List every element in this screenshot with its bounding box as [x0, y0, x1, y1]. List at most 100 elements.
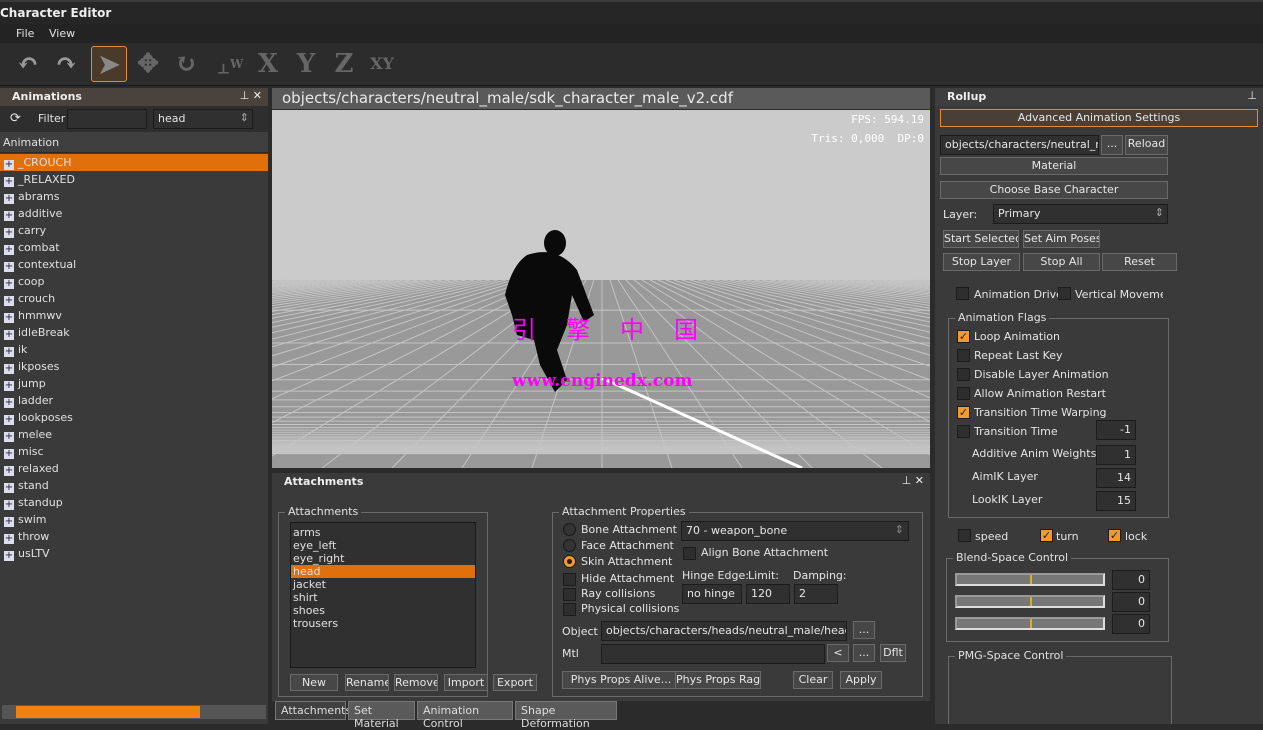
- object-browse-button[interactable]: ...: [853, 621, 875, 639]
- animation-tree-item[interactable]: + carry: [0, 222, 268, 239]
- set-aim-poses-button[interactable]: Set Aim Poses: [1023, 230, 1100, 248]
- bottom-tab[interactable]: Shape Deformation: [515, 701, 617, 730]
- animation-tree-item[interactable]: + coop: [0, 273, 268, 290]
- expand-icon[interactable]: +: [4, 415, 14, 425]
- expand-icon[interactable]: +: [4, 517, 14, 527]
- layer-combo[interactable]: Primary ⇕: [993, 204, 1168, 224]
- new-attachment-button[interactable]: New: [290, 674, 338, 691]
- hinge-combo[interactable]: no hinge: [682, 584, 742, 604]
- expand-icon[interactable]: +: [4, 432, 14, 442]
- turn-checkbox[interactable]: ✓: [1040, 529, 1053, 542]
- expand-icon[interactable]: +: [4, 228, 14, 238]
- start-selected-button[interactable]: Start Selected: [943, 230, 1019, 248]
- expand-icon[interactable]: +: [4, 279, 14, 289]
- animation-tree-item[interactable]: + _RELAXED: [0, 171, 268, 188]
- attachment-type-radio[interactable]: [563, 555, 576, 568]
- reset-button[interactable]: Reset: [1102, 253, 1177, 271]
- attachment-item[interactable]: shoes: [291, 604, 475, 617]
- axis-x-button[interactable]: X: [250, 46, 286, 82]
- menu-file[interactable]: File: [16, 27, 34, 40]
- blend-slider[interactable]: [955, 595, 1105, 608]
- attachment-item[interactable]: eye_left: [291, 539, 475, 552]
- column-header[interactable]: Animation: [0, 132, 268, 153]
- expand-icon[interactable]: +: [4, 330, 14, 340]
- bottom-tab[interactable]: Animation Control: [417, 701, 513, 730]
- viewport[interactable]: 引擎中国 www.enginedx.com FPS: 594.19 Tris: …: [272, 110, 930, 468]
- animation-flag-checkbox[interactable]: [957, 349, 970, 362]
- expand-icon[interactable]: +: [4, 364, 14, 374]
- attachment-option-checkbox[interactable]: [563, 603, 576, 616]
- select-arrow-icon[interactable]: ➤: [91, 46, 127, 82]
- browse-button[interactable]: ...: [1101, 135, 1123, 155]
- blend-slider-handle[interactable]: [1030, 597, 1032, 606]
- expand-icon[interactable]: +: [4, 466, 14, 476]
- filter-combo[interactable]: head ⇕: [153, 109, 253, 129]
- transition-time-field[interactable]: -1: [1096, 420, 1136, 440]
- animation-driven-checkbox[interactable]: [956, 287, 969, 300]
- limit-field[interactable]: 120: [746, 584, 790, 604]
- move-icon[interactable]: ✥: [130, 46, 166, 82]
- axis-y-button[interactable]: Y: [288, 46, 324, 82]
- axis-z-button[interactable]: Z: [326, 46, 362, 82]
- attachment-option-checkbox[interactable]: [563, 588, 576, 601]
- speed-checkbox[interactable]: [958, 529, 971, 542]
- character-path-field[interactable]: objects/characters/neutral_mal: [940, 135, 1099, 155]
- attachment-type-radio[interactable]: [563, 523, 576, 536]
- animation-tree-item[interactable]: + melee: [0, 426, 268, 443]
- scrollbar-thumb[interactable]: [16, 706, 200, 718]
- animation-tree-item[interactable]: + relaxed: [0, 460, 268, 477]
- expand-icon[interactable]: +: [4, 313, 14, 323]
- attachment-item[interactable]: arms: [291, 526, 475, 539]
- animation-tree-item[interactable]: + standup: [0, 494, 268, 511]
- expand-icon[interactable]: +: [4, 551, 14, 561]
- expand-icon[interactable]: +: [4, 449, 14, 459]
- material-button[interactable]: Material: [940, 157, 1168, 175]
- expand-icon[interactable]: +: [4, 245, 14, 255]
- pin-close-icons[interactable]: ⊥ ✕: [902, 474, 924, 487]
- animation-tree-item[interactable]: + swim: [0, 511, 268, 528]
- advanced-animation-settings-header[interactable]: Advanced Animation Settings: [940, 109, 1258, 127]
- animation-tree-item[interactable]: + lookposes: [0, 409, 268, 426]
- expand-icon[interactable]: +: [4, 160, 14, 170]
- animation-flag-checkbox[interactable]: [957, 387, 970, 400]
- phys-props-ragdoll-button[interactable]: Phys Props Ragdoll...: [675, 671, 761, 689]
- expand-icon[interactable]: +: [4, 534, 14, 544]
- attachment-item[interactable]: head: [291, 565, 475, 578]
- expand-icon[interactable]: +: [4, 194, 14, 204]
- refresh-icon[interactable]: ⟳: [10, 111, 21, 126]
- rotate-icon[interactable]: ↻: [168, 46, 204, 82]
- animation-tree-item[interactable]: + ikposes: [0, 358, 268, 375]
- pin-icon[interactable]: ⊥: [1247, 89, 1257, 102]
- phys-props-alive-button[interactable]: Phys Props Alive...: [562, 671, 680, 689]
- animation-tree-item[interactable]: + ladder: [0, 392, 268, 409]
- blend-slider[interactable]: [955, 573, 1105, 586]
- stop-layer-button[interactable]: Stop Layer: [943, 253, 1020, 271]
- bottom-tab[interactable]: Attachments: [275, 701, 351, 720]
- damping-field[interactable]: 2: [794, 584, 838, 604]
- pin-close-icons[interactable]: ⊥ ✕: [240, 89, 262, 102]
- world-axis-icon[interactable]: ⊥W: [212, 46, 248, 82]
- attachment-option-checkbox[interactable]: [563, 573, 576, 586]
- stop-all-button[interactable]: Stop All: [1023, 253, 1100, 271]
- expand-icon[interactable]: +: [4, 347, 14, 357]
- animation-tree-item[interactable]: + misc: [0, 443, 268, 460]
- menu-view[interactable]: View: [49, 27, 75, 40]
- blend-value-field[interactable]: 0: [1112, 614, 1150, 634]
- import-attachment-button[interactable]: Import: [444, 674, 488, 691]
- blend-value-field[interactable]: 0: [1112, 592, 1150, 612]
- animation-tree-item[interactable]: + ik: [0, 341, 268, 358]
- expand-icon[interactable]: +: [4, 177, 14, 187]
- apply-button[interactable]: Apply: [840, 671, 882, 689]
- expand-icon[interactable]: +: [4, 211, 14, 221]
- blend-value-field[interactable]: 0: [1112, 570, 1150, 590]
- redo-icon[interactable]: ↷: [48, 46, 84, 82]
- reload-button[interactable]: Reload: [1125, 135, 1168, 155]
- mtl-back-button[interactable]: <: [827, 644, 849, 662]
- lock-checkbox[interactable]: ✓: [1108, 529, 1121, 542]
- horizontal-scrollbar[interactable]: [2, 705, 266, 719]
- blend-slider-handle[interactable]: [1030, 619, 1032, 628]
- animation-tree-item[interactable]: + contextual: [0, 256, 268, 273]
- additive-field[interactable]: 1: [1096, 445, 1136, 465]
- expand-icon[interactable]: +: [4, 500, 14, 510]
- animation-flag-checkbox[interactable]: ✓: [957, 406, 970, 419]
